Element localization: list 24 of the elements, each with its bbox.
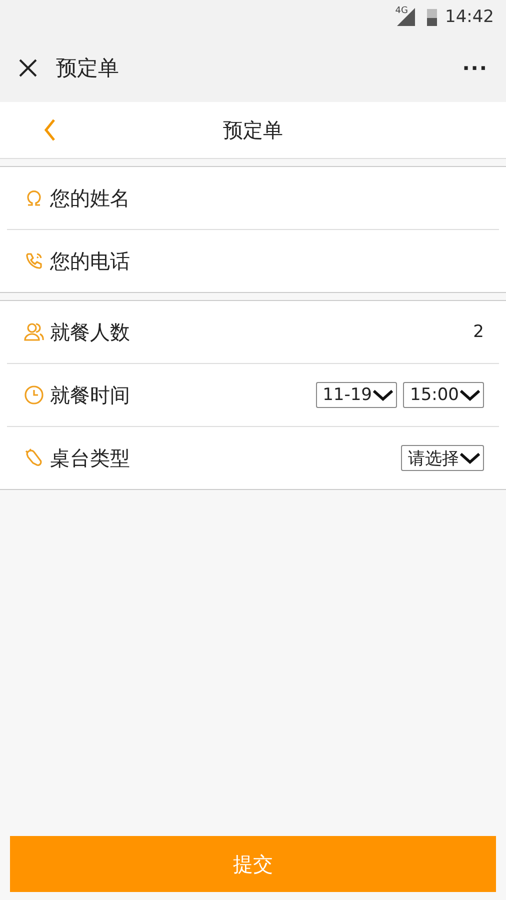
chevron-icon bbox=[372, 388, 394, 402]
dropdown[interactable]: 请选择 bbox=[401, 445, 484, 471]
people-icon bbox=[24, 322, 44, 342]
page-title: 预定单 bbox=[223, 116, 283, 144]
clock-icon bbox=[24, 385, 44, 405]
dropdown[interactable]: 15:00 bbox=[403, 382, 484, 408]
network-label: 4G bbox=[395, 6, 408, 16]
text-field[interactable]: 您的姓名 bbox=[50, 186, 484, 210]
signal-icon bbox=[395, 8, 415, 26]
dropdown[interactable]: 11-19 bbox=[316, 382, 397, 408]
chevron-icon bbox=[459, 388, 481, 402]
clock-time: 14:42 bbox=[445, 7, 494, 27]
field-value: 2 bbox=[473, 322, 484, 342]
more-button[interactable]: ··· bbox=[462, 56, 488, 80]
text-field[interactable]: 您的电话 bbox=[50, 249, 484, 273]
battery-icon bbox=[427, 8, 437, 26]
chevron-icon bbox=[459, 452, 481, 464]
window-title: 预定单 bbox=[56, 55, 120, 82]
phone-icon bbox=[24, 251, 44, 271]
close-icon[interactable] bbox=[18, 58, 38, 78]
person-icon bbox=[24, 188, 44, 208]
field-label: 就餐时间 bbox=[50, 382, 131, 408]
field-label: 就餐人数 bbox=[50, 318, 131, 346]
field-label: 桌台类型 bbox=[50, 444, 131, 472]
